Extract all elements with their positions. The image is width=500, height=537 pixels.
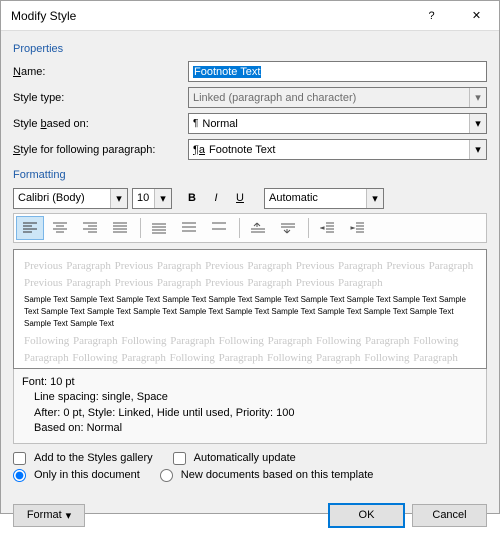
- add-to-gallery-label: Add to the Styles gallery: [34, 452, 153, 464]
- align-left-button[interactable]: [16, 216, 44, 240]
- dialog-footer: Format ▾ OK Cancel: [1, 496, 499, 537]
- close-icon: ✕: [472, 9, 481, 22]
- desc-line3: After: 0 pt, Style: Linked, Hide until u…: [22, 406, 478, 421]
- spacing-1-button[interactable]: [145, 216, 173, 240]
- decrease-indent-button[interactable]: [313, 216, 341, 240]
- size-combo[interactable]: 10 ▾: [132, 188, 172, 209]
- following-combo[interactable]: ¶a Footnote Text ▾: [188, 139, 487, 160]
- ok-button[interactable]: OK: [329, 504, 404, 527]
- help-button[interactable]: ?: [409, 1, 454, 31]
- new-documents-label: New documents based on this template: [181, 469, 374, 481]
- decrease-indent-icon: [320, 222, 334, 234]
- paragraph-underline-icon: ¶a: [193, 144, 205, 156]
- space-before-dec-button[interactable]: [274, 216, 302, 240]
- based-on-label: Style based on:: [13, 118, 188, 130]
- paragraph-icon: ¶: [193, 118, 198, 129]
- increase-indent-icon: [350, 222, 364, 234]
- spacing-1-icon: [152, 222, 166, 234]
- based-on-combo[interactable]: ¶ Normal ▾: [188, 113, 487, 134]
- description-box: Font: 10 pt Line spacing: single, Space …: [13, 369, 487, 444]
- space-before-inc-icon: [251, 222, 265, 234]
- only-document-label: Only in this document: [34, 469, 140, 481]
- name-input[interactable]: Footnote Text: [188, 61, 487, 82]
- chevron-down-icon[interactable]: ▾: [154, 189, 171, 208]
- options-area: Add to the Styles gallery Automatically …: [13, 452, 487, 486]
- preview-sample: Sample Text Sample Text Sample Text Samp…: [24, 294, 476, 330]
- spacing-2-button[interactable]: [205, 216, 233, 240]
- toolbar-separator: [140, 218, 141, 238]
- modify-style-dialog: Modify Style ? ✕ Properties Name: Footno…: [0, 0, 500, 514]
- chevron-down-icon[interactable]: ▾: [366, 189, 383, 208]
- dropdown-icon: ▾: [66, 509, 72, 522]
- dialog-content: Properties Name: Footnote Text Style typ…: [1, 31, 499, 496]
- spacing-15-icon: [182, 222, 196, 234]
- dialog-title: Modify Style: [11, 9, 409, 23]
- style-type-label: Style type:: [13, 92, 188, 104]
- only-document-radio[interactable]: [13, 469, 26, 482]
- increase-indent-button[interactable]: [343, 216, 371, 240]
- align-justify-button[interactable]: [106, 216, 134, 240]
- underline-button[interactable]: U: [228, 187, 252, 209]
- following-label: Style for following paragraph:: [13, 144, 188, 156]
- space-before-inc-button[interactable]: [244, 216, 272, 240]
- preview-previous: Previous Paragraph Previous Paragraph Pr…: [24, 258, 476, 291]
- formatting-heading: Formatting: [13, 169, 487, 181]
- align-center-icon: [53, 222, 67, 234]
- desc-line2: Line spacing: single, Space: [22, 390, 478, 405]
- auto-update-label: Automatically update: [194, 452, 296, 464]
- paragraph-toolbar: [13, 213, 487, 243]
- chevron-down-icon: ▾: [469, 88, 486, 107]
- help-icon: ?: [428, 10, 434, 22]
- properties-heading: Properties: [13, 43, 487, 55]
- chevron-down-icon[interactable]: ▾: [469, 114, 486, 133]
- font-combo[interactable]: Calibri (Body) ▾: [13, 188, 128, 209]
- add-to-gallery-checkbox[interactable]: [13, 452, 26, 465]
- chevron-down-icon[interactable]: ▾: [110, 189, 127, 208]
- spacing-2-icon: [212, 222, 226, 234]
- preview-following: Following Paragraph Following Paragraph …: [24, 333, 476, 369]
- name-label: Name:: [13, 66, 188, 78]
- format-button[interactable]: Format ▾: [13, 504, 85, 527]
- cancel-button[interactable]: Cancel: [412, 504, 487, 527]
- desc-line1: Font: 10 pt: [22, 375, 478, 390]
- bold-button[interactable]: B: [180, 187, 204, 209]
- new-documents-radio[interactable]: [160, 469, 173, 482]
- space-before-dec-icon: [281, 222, 295, 234]
- chevron-down-icon[interactable]: ▾: [469, 140, 486, 159]
- close-button[interactable]: ✕: [454, 1, 499, 31]
- italic-button[interactable]: I: [204, 187, 228, 209]
- titlebar: Modify Style ? ✕: [1, 1, 499, 31]
- spacing-15-button[interactable]: [175, 216, 203, 240]
- auto-update-checkbox[interactable]: [173, 452, 186, 465]
- font-color-combo[interactable]: Automatic ▾: [264, 188, 384, 209]
- align-justify-icon: [113, 222, 127, 234]
- align-right-button[interactable]: [76, 216, 104, 240]
- align-center-button[interactable]: [46, 216, 74, 240]
- align-right-icon: [83, 222, 97, 234]
- toolbar-separator: [308, 218, 309, 238]
- align-left-icon: [23, 222, 37, 234]
- toolbar-separator: [239, 218, 240, 238]
- desc-line4: Based on: Normal: [22, 421, 478, 436]
- style-type-combo: Linked (paragraph and character) ▾: [188, 87, 487, 108]
- preview-pane: Previous Paragraph Previous Paragraph Pr…: [13, 249, 487, 369]
